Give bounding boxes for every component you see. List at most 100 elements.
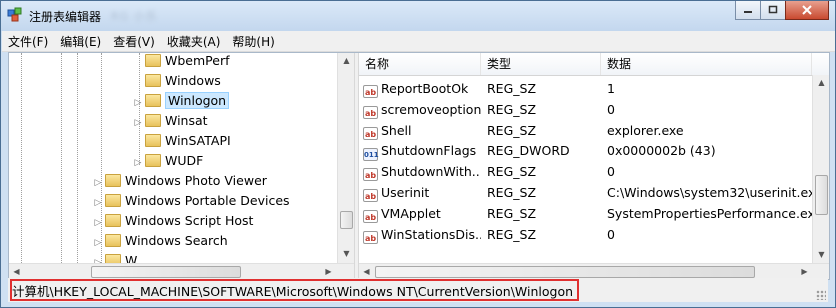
tree-item[interactable]: ▷ Windows Script Host [93,211,254,233]
scroll-down-icon[interactable]: ▼ [814,247,829,262]
tree-item[interactable]: WbemPerf [133,53,229,71]
value-name: Userinit [381,185,430,200]
tree-guide-line [21,53,22,263]
column-header-type[interactable]: 类型 [481,53,601,75]
expand-arrow-icon[interactable]: ▷ [133,93,143,113]
scroll-right-icon[interactable]: ▶ [321,264,336,279]
expand-arrow-icon[interactable]: ▷ [93,213,103,233]
value-data: 1 [607,81,615,96]
value-name-cell: ab scremoveoption [359,99,481,120]
folder-icon [105,234,121,247]
list-row[interactable]: 011 ShutdownFlags REG_DWORD 0x0000002b (43) [359,140,812,162]
value-name: ShutdownWith... [381,164,481,180]
scroll-left-icon[interactable]: ◀ [9,264,24,279]
list-horizontal-scrollbar[interactable]: ◀ ▶ [359,263,829,279]
folder-icon [105,194,121,207]
list-vertical-scrollbar[interactable]: ▲ ▼ [812,75,829,263]
string-value-icon: ab [363,230,378,244]
list-row[interactable]: ab Userinit REG_SZ C:\Windows\system32\user… [359,182,812,203]
value-type: REG_SZ [487,185,537,200]
scroll-down-icon[interactable]: ▼ [339,246,354,261]
tree-item[interactable]: ▷ Winlogon [133,91,230,113]
list-hscroll-thumb[interactable] [375,266,755,278]
column-header-data[interactable]: 数据 [601,53,812,75]
tree-scroll-thumb[interactable] [340,211,353,229]
list-row[interactable]: ab ShutdownWith... REG_SZ 0 [359,161,812,182]
menu-view[interactable]: 查看(V) [107,33,161,50]
value-name-cell: ab WinStationsDis... [359,224,481,245]
list-header: 名称 类型 数据 [359,53,829,76]
expand-arrow-icon[interactable]: ▷ [133,113,143,133]
maximize-icon [768,5,778,14]
expand-arrow-icon[interactable]: ▷ [93,173,103,193]
tree-item-label: WbemPerf [165,53,230,68]
minimize-icon [744,11,752,13]
list-scroll-thumb[interactable] [815,175,828,215]
tree-item-label: Windows [165,73,221,88]
menu-help[interactable]: 帮助(H) [226,33,280,50]
current-key-path: 计算机\HKEY_LOCAL_MACHINE\SOFTWARE\Microsof… [10,279,580,301]
value-type: REG_SZ [487,101,537,117]
value-data: 0 [607,164,615,180]
list-row[interactable]: ab WinStationsDis... REG_SZ 0 [359,224,812,245]
tree-item[interactable]: ▷ Winsat [133,111,208,131]
tree-item-label: Windows Photo Viewer [125,173,267,188]
expand-arrow-icon[interactable]: ▷ [93,233,103,253]
folder-icon [145,54,161,67]
value-data: explorer.exe [607,122,684,138]
value-name-cell: 011 ShutdownFlags [359,140,481,162]
tree-guide-line [77,53,78,263]
registry-tree: WbemPerf Windows ▷ Winlogon ▷ Winsat WinSATAPI… [9,53,357,279]
maximize-button[interactable] [760,1,786,20]
dword-value-icon: 011 [363,148,379,162]
value-name-cell: ab ReportBootOk [359,78,481,99]
scroll-right-icon[interactable]: ▶ [797,264,812,279]
resize-grip-icon[interactable] [816,290,826,300]
value-name-cell: ab ShutdownWith... [359,161,481,182]
list-row[interactable]: ab ReportBootOk REG_SZ 1 [359,78,812,99]
minimize-button[interactable] [735,1,761,20]
expand-arrow-icon[interactable]: ▷ [93,193,103,213]
string-value-icon: ab [363,209,378,223]
string-value-icon: ab [363,126,378,140]
window-title: 注册表编辑器 [29,10,102,24]
value-data: 0 [607,101,615,117]
list-row[interactable]: ab Shell REG_SZ explorer.exe [359,120,812,141]
column-header-name[interactable]: 名称 [359,53,481,75]
folder-icon [145,134,161,147]
tree-item[interactable]: ▷ Windows Photo Viewer [93,171,267,191]
close-icon [802,5,812,15]
scroll-up-icon[interactable]: ▲ [339,53,354,68]
folder-icon [145,114,161,127]
status-bar: 计算机\HKEY_LOCAL_MACHINE\SOFTWARE\Microsof… [8,278,828,302]
list-row[interactable]: ab scremoveoption REG_SZ 0 [359,99,812,120]
caption-buttons [735,1,829,21]
scroll-left-icon[interactable]: ◀ [359,264,374,279]
string-value-icon: ab [363,85,378,98]
expand-arrow-icon[interactable]: ▷ [133,153,143,173]
value-type: REG_SZ [487,205,537,221]
tree-item[interactable]: ▷ WUDF [133,151,204,173]
title-bar[interactable]: 注册表编辑器 RG 小乐 [1,1,835,31]
tree-item[interactable]: WinSATAPI [133,131,231,151]
tree-item-label: Winlogon [165,92,230,109]
tree-hscroll-thumb[interactable] [91,266,241,278]
scroll-up-icon[interactable]: ▲ [814,75,829,90]
menu-favorites[interactable]: 收藏夹(A) [161,33,227,50]
value-name-cell: ab Shell [359,120,481,141]
menu-file[interactable]: 文件(F) [2,33,54,50]
value-name: ReportBootOk [381,81,469,96]
tree-item[interactable]: ▷ Windows Search [93,231,228,251]
tree-item-label: Windows Search [125,233,228,248]
menu-edit[interactable]: 编辑(E) [54,33,107,50]
menu-bar: 文件(F) 编辑(E) 查看(V) 收藏夹(A) 帮助(H) [2,31,835,52]
folder-icon [105,174,121,187]
tree-vertical-scrollbar[interactable]: ▲ ▼ [337,53,355,263]
list-row[interactable]: ab VMApplet REG_SZ SystemPropertiesPerforma… [359,203,812,224]
tree-item[interactable]: Windows [133,71,221,91]
value-name: VMApplet [381,205,441,221]
close-button[interactable] [785,1,829,20]
value-type: REG_DWORD [487,143,570,159]
tree-horizontal-scrollbar[interactable]: ◀ ▶ [9,263,354,279]
tree-item[interactable]: ▷ Windows Portable Devices [93,191,290,211]
